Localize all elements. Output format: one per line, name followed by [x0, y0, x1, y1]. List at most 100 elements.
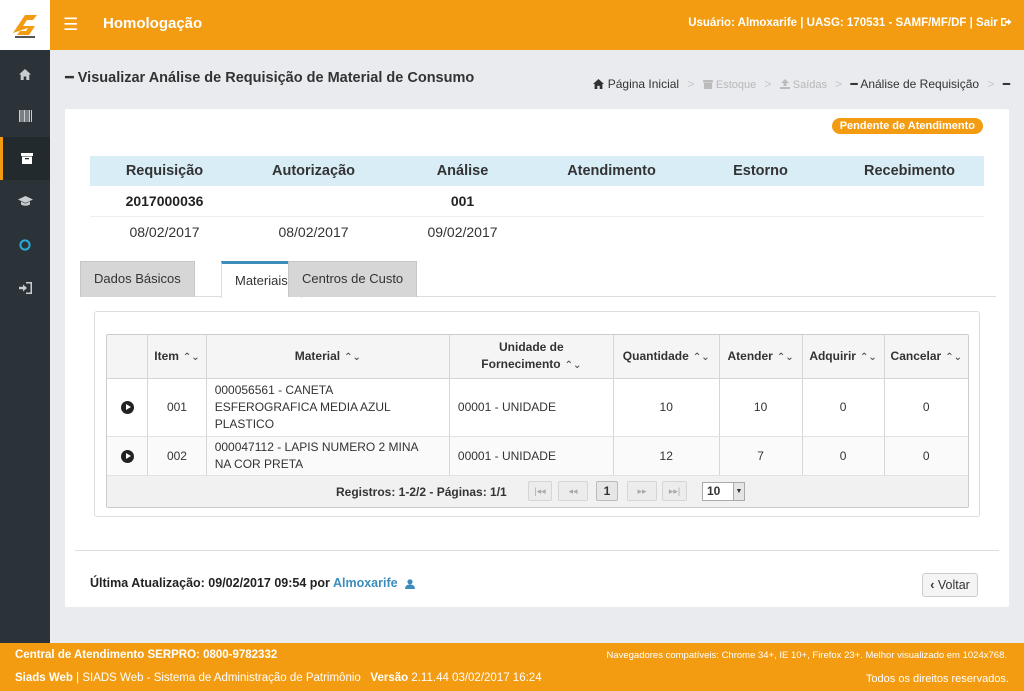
sort-icon[interactable]: ⌃⌄	[860, 352, 877, 363]
summary-date-cell	[835, 217, 984, 248]
menu-toggle-icon[interactable]: ☰	[63, 16, 78, 33]
atender-cell: 7	[719, 436, 803, 476]
sidebar-item-circle[interactable]	[0, 223, 50, 266]
logout-label[interactable]: Sair	[976, 17, 998, 29]
breadcrumb-separator: >	[687, 77, 695, 91]
column-header-material[interactable]: Material ⌃⌄	[206, 335, 450, 379]
page-size-value[interactable]: 10	[707, 484, 720, 498]
breadcrumb-home-label[interactable]: Página Inicial	[608, 77, 679, 91]
expand-column-header	[107, 335, 149, 379]
back-button-label[interactable]: Voltar	[938, 578, 970, 592]
summary-header-cell: Estorno	[733, 163, 788, 179]
first-page-button[interactable]: |◂◂	[528, 480, 552, 501]
cancelar-cell: 0	[884, 378, 968, 437]
last-update-user[interactable]: Almoxarife	[333, 576, 398, 590]
column-header-cancelar[interactable]: Cancelar ⌃⌄	[884, 335, 968, 379]
chevron-left-icon: ‹	[930, 578, 935, 592]
summary-header-cell: Análise	[436, 163, 489, 179]
grid-header-row: Item ⌃⌄ Material ⌃⌄ Unidade de Fornecimento…	[107, 335, 968, 379]
sort-icon[interactable]: ⌃⌄	[565, 360, 582, 371]
rights: Todos os direitos reservados.	[865, 673, 1009, 685]
sidebar-item-barcode[interactable]	[0, 94, 50, 137]
column-header-label[interactable]: Atender	[728, 349, 773, 363]
page-title: ━ Visualizar Análise de Requisição de Ma…	[65, 70, 474, 86]
material-line: PLASTICO	[214, 416, 275, 431]
sort-icon[interactable]: ⌃⌄	[777, 352, 794, 363]
table-row: 002 000047112 - LAPIS NUMERO 2 MINA NA C…	[107, 436, 968, 476]
summary-number-cell	[835, 186, 984, 216]
summary-header-cell: Autorização	[272, 163, 355, 179]
column-header-quantidade[interactable]: Quantidade ⌃⌄	[613, 335, 720, 379]
status-badge: Pendente de Atendimento	[831, 118, 983, 134]
column-header-atender[interactable]: Atender ⌃⌄	[719, 335, 803, 379]
adquirir-cell: 0	[802, 378, 885, 437]
breadcrumb-home[interactable]: Página Inicial	[593, 77, 682, 91]
column-header-label[interactable]: Fornecimento	[481, 357, 560, 371]
home-icon	[19, 69, 31, 80]
app-info: Siads Web | SIADS Web - Sistema de Admin…	[15, 672, 542, 684]
quantidade-cell: 10	[613, 378, 720, 437]
summary-number-cell: 2017000036	[125, 193, 204, 209]
logout-icon	[1001, 18, 1012, 26]
tab-bar: Dados Básicos Materiais Centros de Custo	[80, 261, 996, 298]
sort-icon[interactable]: ⌃⌄	[183, 352, 200, 363]
summary-date-cell: 09/02/2017	[427, 224, 498, 240]
next-page-button[interactable]: ▸▸	[627, 480, 657, 501]
sidebar-item-archive[interactable]	[0, 137, 50, 180]
breadcrumb: Página Inicial > Estoque > Saídas > ━ An…	[593, 77, 1010, 91]
materials-grid: Item ⌃⌄ Material ⌃⌄ Unidade de Fornecimento…	[106, 334, 969, 508]
summary-dates-row: 08/02/2017 08/02/2017 09/02/2017	[90, 217, 984, 248]
material-cell: 000056561 - CANETA ESFEROGRAFICA MEDIA A…	[206, 378, 450, 437]
breadcrumb-current-label: Análise de Requisição	[860, 77, 980, 91]
play-circle-icon[interactable]	[120, 401, 134, 415]
breadcrumb-estoque-label: Estoque	[715, 79, 757, 91]
sidebar-item-home[interactable]	[0, 53, 50, 96]
current-page-button[interactable]: 1	[596, 480, 618, 501]
last-update-label: Última Atualização: 09/02/2017 09:54 por	[90, 576, 330, 590]
column-header-label[interactable]: Material	[295, 349, 340, 363]
summary-header-cell: Recebimento	[863, 163, 956, 179]
tab-dados-basicos[interactable]: Dados Básicos	[80, 261, 195, 297]
page-title-text: Visualizar Análise de Requisição de Mate…	[77, 70, 475, 86]
expand-cell[interactable]	[107, 436, 149, 476]
siads-logo[interactable]	[0, 0, 50, 50]
sidebar-item-education[interactable]	[0, 180, 50, 223]
sort-icon[interactable]: ⌃⌄	[344, 352, 361, 363]
grid-pager: Registros: 1-2/2 - Páginas: 1/1 |◂◂ ◂◂ 1…	[107, 475, 968, 507]
sort-icon[interactable]: ⌃⌄	[945, 352, 962, 363]
breadcrumb-saidas-label: Saídas	[792, 79, 827, 91]
adquirir-cell: 0	[802, 436, 885, 476]
title-dash: ━	[65, 70, 74, 86]
chevron-down-icon[interactable]: ▼	[733, 482, 744, 500]
column-header-label[interactable]: Item	[154, 349, 179, 363]
column-header-item[interactable]: Item ⌃⌄	[147, 335, 207, 379]
column-header-label[interactable]: Adquirir	[809, 349, 856, 363]
column-header-adquirir[interactable]: Adquirir ⌃⌄	[802, 335, 885, 379]
tab-centros-de-custo[interactable]: Centros de Custo	[288, 261, 418, 297]
play-circle-icon[interactable]	[120, 449, 134, 463]
material-line: NA COR PRETA	[214, 456, 304, 471]
expand-cell[interactable]	[107, 378, 149, 437]
breadcrumb-current: ━ Análise de Requisição	[850, 77, 982, 91]
logout-link[interactable]: Sair	[976, 17, 1012, 29]
summary-date-cell	[686, 217, 835, 248]
breadcrumb-separator: >	[835, 77, 843, 91]
column-header-label[interactable]: Quantidade	[623, 349, 689, 363]
page-size-select[interactable]: 10 ▼	[702, 481, 745, 501]
back-button[interactable]: ‹ Voltar	[922, 573, 978, 597]
sort-icon[interactable]: ⌃⌄	[693, 352, 710, 363]
version-label: Versão	[370, 672, 409, 684]
sidebar-item-signin[interactable]	[0, 266, 50, 309]
material-line: 000056561 - CANETA	[214, 382, 334, 397]
column-header-label[interactable]: Unidade de	[499, 340, 564, 354]
column-header-unidade[interactable]: Unidade de Fornecimento ⌃⌄	[449, 335, 614, 379]
prev-page-button[interactable]: ◂◂	[558, 480, 588, 501]
summary-table: Requisição Autorização Análise Atendimen…	[90, 156, 984, 248]
summary-number-cell: 001	[450, 193, 475, 209]
user-info: Usuário: Almoxarife | UASG: 170531 - SAM…	[688, 17, 1012, 29]
minus-icon: ━	[1002, 77, 1010, 91]
top-bar: ☰ Homologação Usuário: Almoxarife | UASG…	[0, 0, 1024, 50]
summary-number-cell	[239, 186, 388, 216]
last-page-button[interactable]: ▸▸|	[662, 480, 687, 501]
column-header-label[interactable]: Cancelar	[891, 349, 942, 363]
